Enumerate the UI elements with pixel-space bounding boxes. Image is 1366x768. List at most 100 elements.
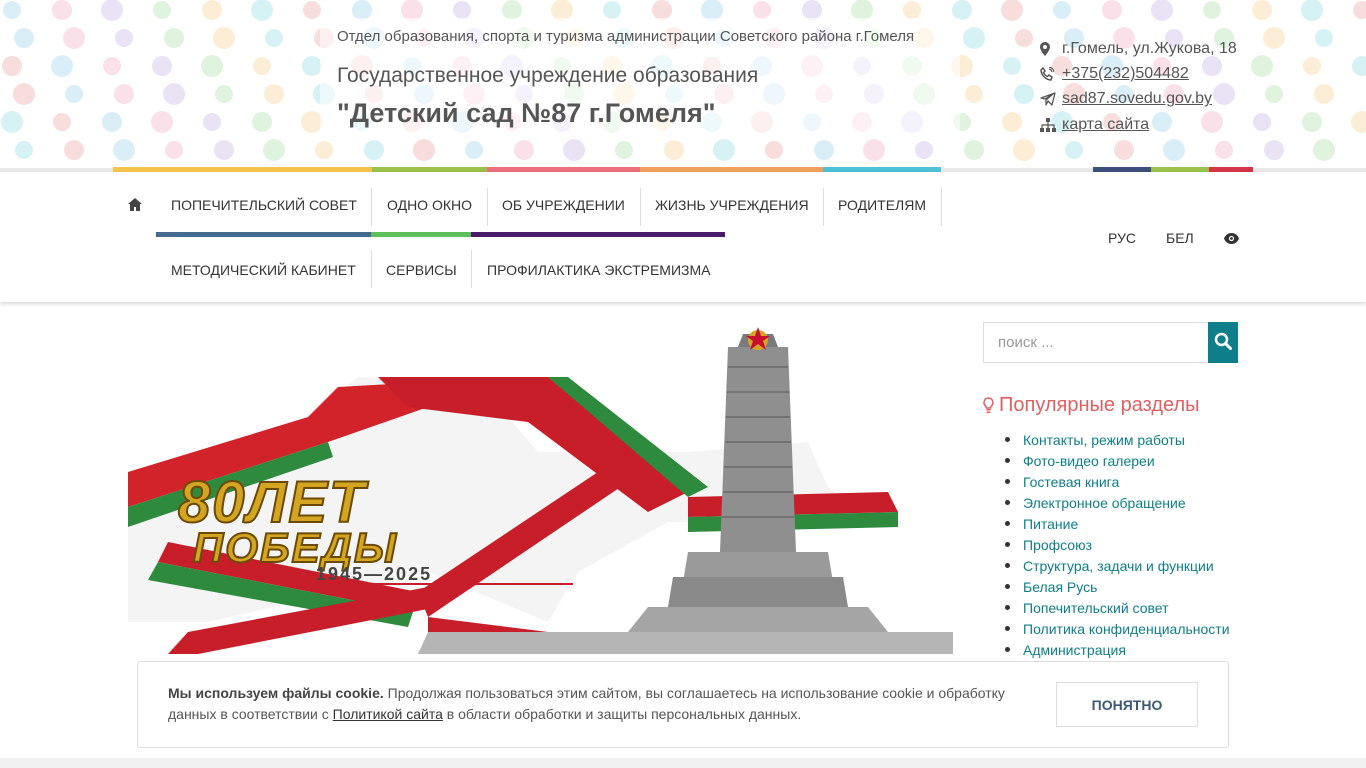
decorative-dot xyxy=(1151,0,1173,21)
decorative-dot xyxy=(1265,85,1283,103)
popular-link-board[interactable]: Попечительский совет xyxy=(1023,600,1169,616)
nav-item-methodical[interactable]: МЕТОДИЧЕСКИЙ КАБИНЕТ xyxy=(171,262,356,278)
decorative-dot xyxy=(315,141,333,159)
decorative-dot xyxy=(1015,29,1033,47)
list-item: Белая Русь xyxy=(1005,576,1230,597)
home-icon[interactable] xyxy=(128,198,142,214)
institution-type: Государственное учреждение образования xyxy=(337,64,759,87)
nav-divider xyxy=(941,188,942,226)
popular-link-appeal[interactable]: Электронное обращение xyxy=(1023,495,1186,511)
privacy-policy-link[interactable]: Политикой сайта xyxy=(333,706,443,722)
nav-divider xyxy=(487,188,488,226)
decorative-dot xyxy=(64,140,84,160)
decorative-dot xyxy=(1313,139,1335,161)
search-button[interactable] xyxy=(1208,322,1238,363)
popular-link-gallery[interactable]: Фото-видео галереи xyxy=(1023,453,1155,469)
decorative-dot xyxy=(151,111,173,133)
nav-item-about[interactable]: ОБ УЧРЕЖДЕНИИ xyxy=(502,197,625,213)
decorative-dot xyxy=(15,141,33,159)
decorative-dot xyxy=(265,29,283,47)
decorative-dot xyxy=(2,56,22,76)
decorative-dot xyxy=(215,85,233,103)
decorative-dot xyxy=(965,85,983,103)
decorative-dot xyxy=(1114,140,1134,160)
list-item: Фото-видео галереи xyxy=(1005,450,1230,471)
decorative-dot xyxy=(101,0,123,21)
main-banner[interactable]: 80ЛЕТ ПОБЕДЫ 1945—2025 xyxy=(128,322,953,654)
search-input[interactable] xyxy=(983,322,1208,363)
nav-item-life[interactable]: ЖИЗНЬ УЧРЕЖДЕНИЯ xyxy=(655,197,809,213)
decorative-dot xyxy=(103,57,121,75)
site-title[interactable]: "Детский сад №87 г.Гомеля" xyxy=(337,98,716,129)
decorative-dot xyxy=(1215,141,1233,159)
nav-item-parents[interactable]: РОДИТЕЛЯМ xyxy=(838,197,926,213)
banner-years: 1945—2025 xyxy=(316,564,432,584)
popular-link-structure[interactable]: Структура, задачи и функции xyxy=(1023,558,1214,574)
decorative-dot xyxy=(115,29,133,47)
decorative-dot xyxy=(63,27,85,49)
contact-sitemap: карта сайта xyxy=(1040,112,1237,137)
decorative-dot xyxy=(802,0,822,20)
popular-link-privacy[interactable]: Политика конфиденциальности xyxy=(1023,621,1230,637)
decorative-dot xyxy=(14,28,34,48)
decorative-dot xyxy=(664,140,684,160)
decorative-dot xyxy=(1252,0,1272,20)
nav-divider xyxy=(823,188,824,226)
eye-icon[interactable] xyxy=(1224,231,1239,247)
decorative-dot xyxy=(563,139,585,161)
decorative-dot xyxy=(164,28,184,48)
sitemap-link[interactable]: карта сайта xyxy=(1062,116,1149,134)
decorative-dot xyxy=(202,0,222,20)
lang-ru[interactable]: РУС xyxy=(1108,230,1136,246)
decorative-dot xyxy=(851,0,873,21)
nav-divider xyxy=(640,188,641,226)
decorative-dot xyxy=(263,139,285,161)
decorative-dot xyxy=(701,0,723,21)
decorative-dot xyxy=(352,0,372,20)
decorative-dot xyxy=(1303,57,1321,75)
list-item: Администрация xyxy=(1005,639,1230,660)
popular-link-food[interactable]: Питание xyxy=(1023,516,1078,532)
popular-link-guestbook[interactable]: Гостевая книга xyxy=(1023,474,1119,490)
nav-divider xyxy=(471,250,472,288)
decorative-dot xyxy=(65,85,83,103)
decorative-dot xyxy=(765,141,783,159)
phone-link[interactable]: +375(232)504482 xyxy=(1062,65,1189,83)
popular-link-belaya-rus[interactable]: Белая Русь xyxy=(1023,579,1097,595)
decorative-dot xyxy=(652,0,672,20)
decorative-dot xyxy=(252,112,272,132)
lang-be[interactable]: БЕЛ xyxy=(1166,230,1194,246)
decorative-dot xyxy=(502,0,522,20)
cookie-accept-button[interactable]: ПОНЯТНО xyxy=(1056,682,1198,727)
nav-underline-green xyxy=(371,232,471,237)
contact-website: sad87.sovedu.gov.by xyxy=(1040,87,1237,112)
decorative-dot xyxy=(514,140,534,160)
popular-link-union[interactable]: Профсоюз xyxy=(1023,537,1092,553)
nav-item-services[interactable]: СЕРВИСЫ xyxy=(386,262,457,278)
contact-address: г.Гомель, ул.Жукова, 18 xyxy=(1040,36,1237,61)
decorative-dot xyxy=(1013,139,1035,161)
decorative-dot xyxy=(1163,139,1185,161)
cookie-banner: Мы используем файлы cookie. Продолжая по… xyxy=(137,661,1229,748)
list-item: Контакты, режим работы xyxy=(1005,429,1230,450)
nav-item-one-window[interactable]: ОДНО ОКНО xyxy=(387,197,472,213)
decorative-dot xyxy=(401,0,423,21)
decorative-dot xyxy=(1065,141,1083,159)
parent-organization: Отдел образования, спорта и туризма адми… xyxy=(337,28,915,45)
decorative-dot xyxy=(153,1,171,19)
decorative-dot xyxy=(213,27,235,49)
nav-divider xyxy=(371,188,372,226)
popular-sections-title: Популярные разделы xyxy=(999,394,1200,416)
nav-item-extremism[interactable]: ПРОФИЛАКТИКА ЭКСТРЕМИЗМА xyxy=(487,262,710,278)
nav-item-board[interactable]: ПОПЕЧИТЕЛЬСКИЙ СОВЕТ xyxy=(171,197,357,213)
decorative-dot xyxy=(251,0,273,21)
popular-link-contacts[interactable]: Контакты, режим работы xyxy=(1023,432,1185,448)
popular-link-administration[interactable]: Администрация xyxy=(1023,642,1126,658)
contacts-block: г.Гомель, ул.Жукова, 18 +375(232)504482 … xyxy=(1040,36,1237,137)
lightbulb-icon xyxy=(983,397,994,414)
website-link[interactable]: sad87.sovedu.gov.by xyxy=(1062,90,1212,108)
cookie-text-part2: в области обработки и защиты персональны… xyxy=(442,706,802,722)
decorative-dot xyxy=(52,0,72,20)
decorative-dot xyxy=(915,141,933,159)
decorative-dot xyxy=(952,0,972,20)
